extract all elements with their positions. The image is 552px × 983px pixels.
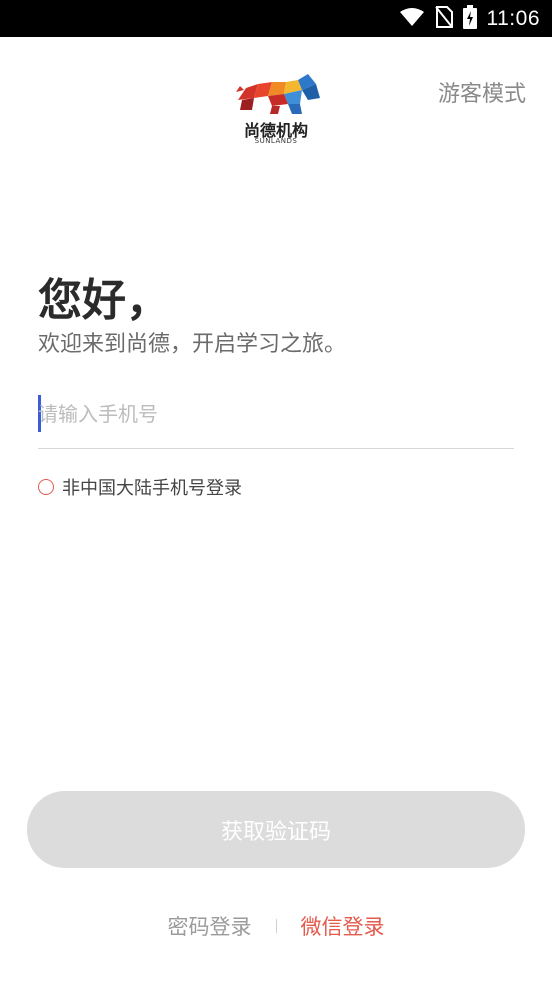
alt-login-row: 密码登录 微信登录 [0,911,552,941]
get-code-label: 获取验证码 [220,819,331,845]
battery-charging-icon [462,4,477,33]
greeting-title: 您好， [38,275,170,326]
guest-mode-link[interactable]: 游客模式 [438,76,526,108]
phone-field [38,392,514,449]
divider [275,919,277,933]
non-mainland-option[interactable]: 非中国大陆手机号登录 [38,474,242,500]
get-code-button[interactable]: 获取验证码 [27,791,525,868]
bull-logo-icon [236,74,320,114]
status-time: 11:06 [486,6,540,30]
no-sim-icon [434,5,453,32]
wifi-icon [399,7,425,31]
password-login-link[interactable]: 密码登录 [168,911,252,941]
greeting-subtitle: 欢迎来到尚德，开启学习之旅。 [38,332,347,357]
status-bar: 11:06 [0,0,552,37]
phone-input[interactable] [38,392,514,436]
status-icons: 11:06 [399,0,541,37]
non-mainland-label: 非中国大陆手机号登录 [62,478,242,499]
logo-sub: SUNLANDS [254,137,298,145]
non-mainland-radio[interactable] [38,479,54,495]
sunlands-logo: 尚德机构 SUNLANDS [228,70,324,150]
wechat-login-link[interactable]: 微信登录 [301,911,385,941]
